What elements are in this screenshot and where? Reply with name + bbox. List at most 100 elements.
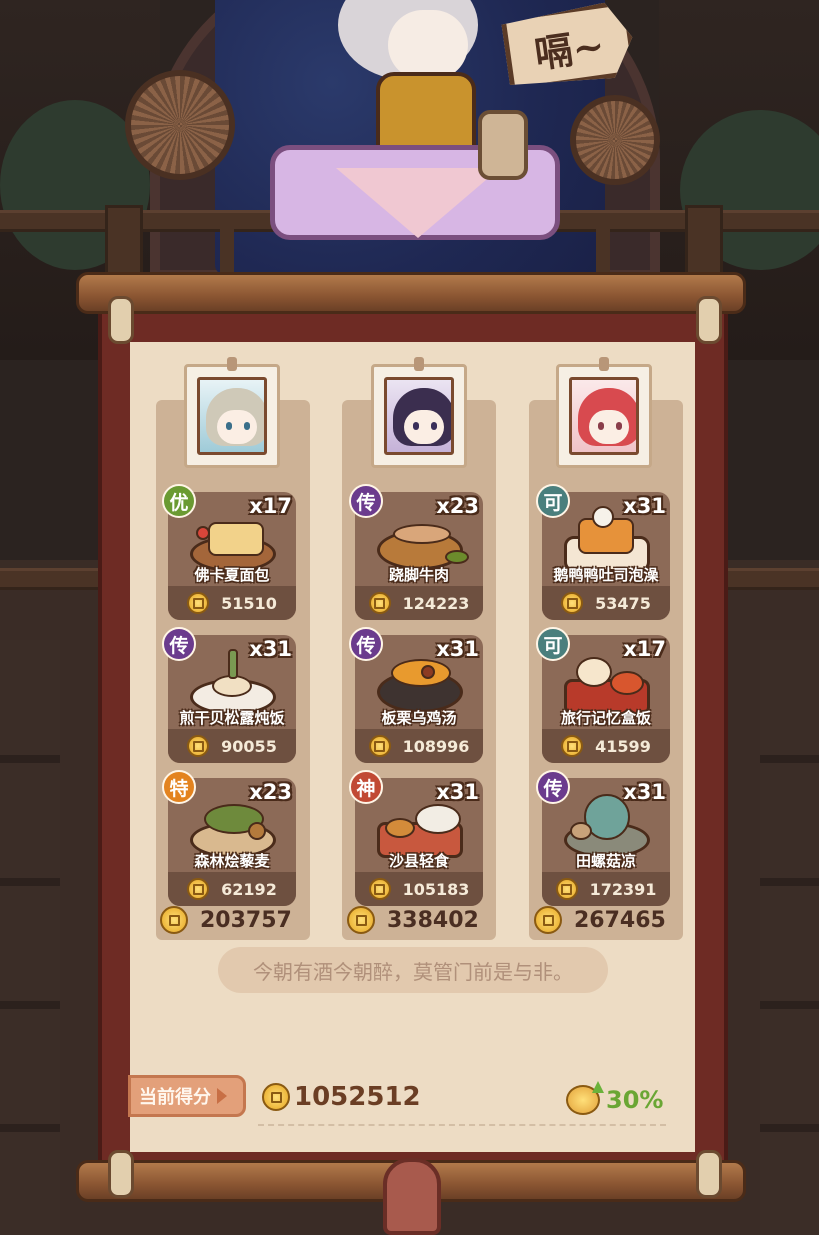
coin-icon [555, 878, 578, 900]
dish-score: 90055 [221, 736, 277, 756]
coin-icon [368, 592, 391, 614]
dish-score-bar: 108996 [355, 729, 483, 763]
dish-name: 田螺菇凉 [575, 852, 636, 870]
dish-name: 板栗乌鸡汤 [381, 709, 457, 727]
dish-score-bar: 124223 [355, 586, 483, 620]
dish-score: 41599 [595, 736, 651, 756]
column-total-value: 267465 [574, 907, 666, 933]
dish-name: 跷脚牛肉 [388, 566, 449, 584]
rarity-badge: 特 [162, 770, 196, 804]
dish-quantity: x17 [249, 494, 292, 518]
rarity-badge: 可 [536, 627, 570, 661]
dish-card[interactable]: 传 x31 田螺菇凉 172391 [536, 770, 670, 906]
dish-score-bar: 172391 [542, 872, 670, 906]
fan-right-icon [570, 95, 660, 185]
total-score-value: 1052512 [294, 1082, 421, 1112]
dish-name: 煎干贝松露炖饭 [179, 709, 285, 727]
dish-name: 沙县轻食 [388, 852, 449, 870]
dish-name: 鹅鸭鸭吐司泡澡 [553, 566, 659, 584]
column-total-2: 338402 [347, 906, 479, 934]
rail-post [105, 205, 143, 275]
avatar [569, 377, 639, 455]
dish-quantity: x23 [249, 780, 292, 804]
dish-card[interactable]: 传 x31 煎干贝松露炖饭 90055 [162, 627, 296, 763]
dish-score-bar: 53475 [542, 586, 670, 620]
dish-card[interactable]: 特 x23 森林烩藜麦 62192 [162, 770, 296, 906]
knot-ornament-icon [383, 1158, 441, 1235]
coin-icon [368, 735, 391, 757]
dish-card[interactable]: 传 x23 跷脚牛肉 124223 [349, 484, 483, 620]
character-portrait-2[interactable] [371, 357, 467, 468]
shoji-right [760, 640, 819, 1235]
rarity-badge: 神 [349, 770, 383, 804]
coin-icon [160, 906, 188, 934]
dish-score-bar: 90055 [168, 729, 296, 763]
column-total-value: 338402 [387, 907, 479, 933]
divider [258, 1124, 666, 1126]
dish-name: 佛卡夏面包 [194, 566, 270, 584]
dish-card[interactable]: 传 x31 板栗乌鸡汤 108996 [349, 627, 483, 763]
dish-score: 51510 [221, 593, 277, 613]
coin-icon [262, 1083, 290, 1111]
dish-card[interactable]: 优 x17 佛卡夏面包 51510 [162, 484, 296, 620]
arrow-right-icon [217, 1088, 227, 1104]
avatar [197, 377, 267, 455]
coin-icon [187, 592, 210, 614]
rarity-badge: 传 [162, 627, 196, 661]
rarity-badge: 传 [536, 770, 570, 804]
column-total-3: 267465 [534, 906, 666, 934]
coin-icon [561, 592, 584, 614]
scroll-roller-top [76, 272, 746, 314]
coin-icon [561, 735, 584, 757]
dish-score: 53475 [595, 593, 651, 613]
column-total-1: 203757 [160, 906, 292, 934]
dish-quantity: x31 [623, 780, 666, 804]
dish-name: 森林烩藜麦 [194, 852, 270, 870]
dish-score: 105183 [402, 879, 470, 899]
dish-quantity: x31 [436, 780, 479, 804]
dish-score-bar: 62192 [168, 872, 296, 906]
coin-icon [368, 878, 391, 900]
dish-score-bar: 105183 [355, 872, 483, 906]
dish-card[interactable]: 可 x17 旅行记忆盒饭 41599 [536, 627, 670, 763]
coin-icon [187, 735, 210, 757]
bonus-rate: 30% [566, 1081, 664, 1115]
dish-quantity: x17 [623, 637, 666, 661]
avatar [384, 377, 454, 455]
shoji-left [0, 640, 60, 1235]
dish-score: 124223 [402, 593, 470, 613]
roller-cap [108, 296, 134, 344]
bonus-rate-value: 30% [606, 1086, 664, 1114]
burp-sign-text: 嗝~ [531, 21, 608, 77]
rarity-badge: 优 [162, 484, 196, 518]
rarity-badge: 可 [536, 484, 570, 518]
dish-card[interactable]: 可 x31 鹅鸭鸭吐司泡澡 53475 [536, 484, 670, 620]
dish-card[interactable]: 神 x31 沙县轻食 105183 [349, 770, 483, 906]
host-character [318, 0, 498, 152]
character-portrait-3[interactable] [556, 357, 652, 468]
dish-quantity: x23 [436, 494, 479, 518]
coin-icon [187, 878, 210, 900]
dish-quantity: x31 [249, 637, 292, 661]
coin-icon [347, 906, 375, 934]
dish-score: 62192 [221, 879, 277, 899]
character-portrait-1[interactable] [184, 357, 280, 468]
dish-score: 172391 [589, 879, 657, 899]
dish-score-bar: 51510 [168, 586, 296, 620]
coin-bonus-icon [566, 1081, 604, 1115]
roller-cap [696, 296, 722, 344]
dish-quantity: x31 [436, 637, 479, 661]
quote-banner: 今朝有酒今朝醉，莫管门前是与非。 [218, 947, 608, 993]
fan-left-icon [125, 70, 235, 180]
rarity-badge: 传 [349, 484, 383, 518]
rarity-badge: 传 [349, 627, 383, 661]
dish-score-bar: 41599 [542, 729, 670, 763]
total-score: 1052512 [262, 1082, 421, 1112]
roller-cap [696, 1150, 722, 1198]
roller-cap [108, 1150, 134, 1198]
rail-post [685, 205, 723, 275]
dish-score: 108996 [402, 736, 470, 756]
current-score-label: 当前得分 [139, 1087, 211, 1108]
column-total-value: 203757 [200, 907, 292, 933]
dish-quantity: x31 [623, 494, 666, 518]
